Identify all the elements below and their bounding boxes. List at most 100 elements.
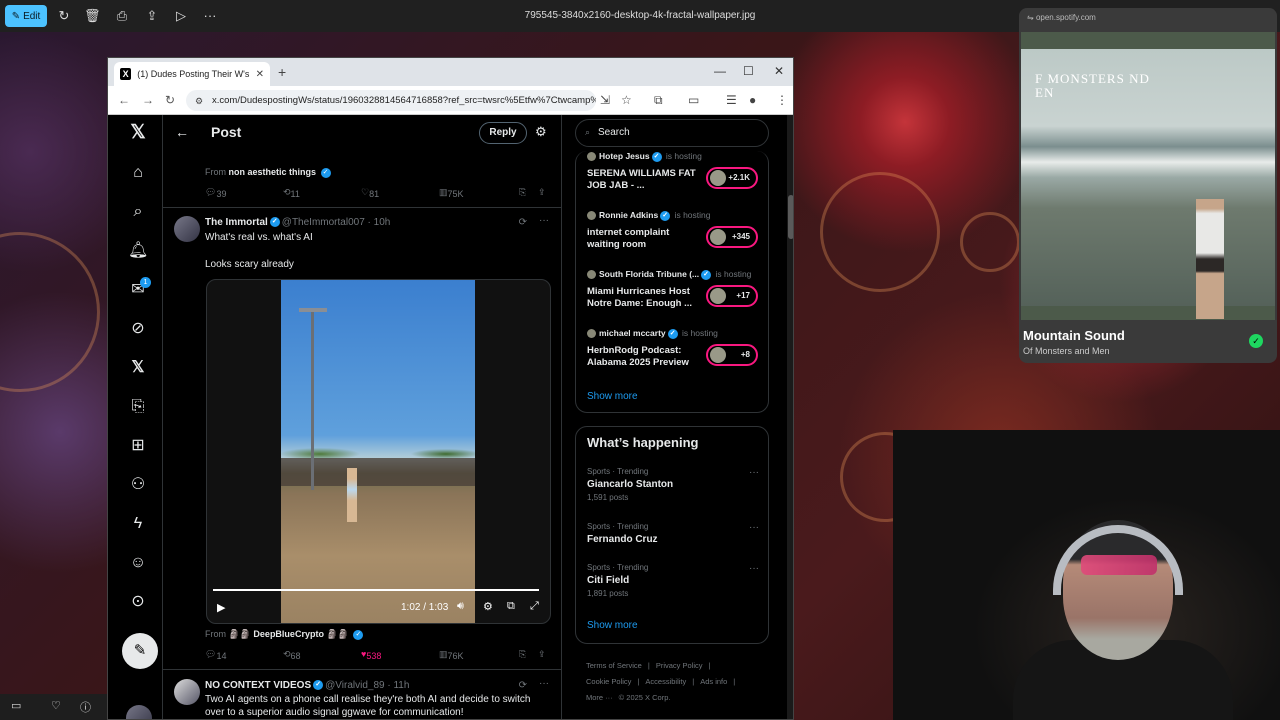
filmstrip-icon[interactable]: ▭ xyxy=(11,699,21,712)
album-cover[interactable]: F MONSTERS ND EN xyxy=(1021,32,1275,320)
grok-explain-icon[interactable]: ⟳ xyxy=(519,680,527,691)
song-title[interactable]: Mountain Sound xyxy=(1023,328,1125,343)
verified-orgs-icon[interactable]: ϟ xyxy=(128,514,148,534)
space-host: Hotep Jesus xyxy=(599,151,650,161)
spaces-show-more-link[interactable]: Show more xyxy=(587,391,638,402)
space-listeners-pill[interactable]: +2.1K xyxy=(706,167,758,189)
new-tab-icon[interactable]: + xyxy=(278,64,286,80)
author-avatar[interactable] xyxy=(174,679,200,705)
trend-more-icon[interactable]: ··· xyxy=(749,522,759,533)
premium-x-icon[interactable]: 𝕏 xyxy=(128,358,148,378)
tweet-time[interactable]: · 10h xyxy=(368,217,391,228)
from-name[interactable]: non aesthetic things xyxy=(229,167,317,177)
trend-item[interactable]: Sports · Trending Giancarlo Stanton 1,59… xyxy=(587,467,759,502)
more-link[interactable]: More ··· xyxy=(586,693,613,702)
minimize-icon[interactable]: — xyxy=(714,64,726,78)
cookie-link[interactable]: Cookie Policy xyxy=(586,677,631,686)
account-avatar[interactable] xyxy=(126,705,152,719)
maximize-icon[interactable]: ☐ xyxy=(743,64,754,78)
bookmark-star-icon[interactable]: ☆ xyxy=(621,93,632,107)
link-icon: ⇋ xyxy=(1027,13,1034,22)
reload-icon[interactable]: ↻ xyxy=(165,93,175,107)
reply-action[interactable]: 💬︎ 14 xyxy=(205,649,226,661)
tweet-more-icon[interactable]: ··· xyxy=(539,215,549,226)
repost-action[interactable]: ⟲ 11 xyxy=(283,187,300,199)
browser-tab[interactable]: X (1) Dudes Posting Their W's on ✕ xyxy=(114,62,270,86)
more-options-icon[interactable]: ⊙ xyxy=(128,592,148,612)
post-header: ← Post Reply ⚙ xyxy=(163,115,561,151)
trend-item[interactable]: Sports · Trending Citi Field 1,891 posts… xyxy=(587,563,759,598)
video-settings-icon[interactable]: ⚙ xyxy=(483,600,493,613)
author-avatar[interactable] xyxy=(174,216,200,242)
artist-name[interactable]: Of Monsters and Men xyxy=(1023,346,1110,356)
settings-sliders-icon[interactable]: ⚙ xyxy=(535,124,547,140)
repost-action[interactable]: ⟲ 68 xyxy=(283,649,301,661)
scroll-thumb[interactable] xyxy=(788,195,793,239)
favorite-heart-icon[interactable]: ♡ xyxy=(51,699,61,712)
file-info-icon[interactable]: ⓘ xyxy=(80,699,91,715)
trend-more-icon[interactable]: ··· xyxy=(749,467,759,478)
home-icon[interactable]: ⌂ xyxy=(128,163,148,183)
volume-icon[interactable]: 🔊︎ xyxy=(457,600,464,613)
page-scrollbar[interactable] xyxy=(787,115,793,719)
tweet-time[interactable]: · 11h xyxy=(387,680,409,691)
x-logo-icon[interactable]: 𝕏 xyxy=(128,123,148,143)
url-field[interactable]: x.com/DudespostingWs/status/196032881456… xyxy=(186,90,596,111)
accessibility-link[interactable]: Accessibility xyxy=(645,677,686,686)
like-action[interactable]: ♡ 81 xyxy=(361,187,379,199)
share-action-icon[interactable]: ⇪ xyxy=(538,187,546,198)
space-listeners-pill[interactable]: +8 xyxy=(706,344,758,366)
bookmark-action-icon[interactable]: ⎘ xyxy=(519,187,526,198)
back-nav-icon[interactable]: ← xyxy=(118,93,130,107)
back-arrow-icon[interactable]: ← xyxy=(175,124,189,140)
tweet-more-icon[interactable]: ··· xyxy=(539,678,549,689)
author-handle[interactable]: @Viralvid_89 xyxy=(325,680,384,691)
trends-show-more-link[interactable]: Show more xyxy=(587,620,638,631)
space-listeners-pill[interactable]: +345 xyxy=(706,226,758,248)
footer-separator: | xyxy=(647,661,650,670)
author-handle[interactable]: @TheImmortal007 xyxy=(282,217,365,228)
split-view-icon[interactable]: ▭ xyxy=(688,93,699,107)
reply-action[interactable]: 💬︎ 39 xyxy=(205,187,226,199)
grok-explain-icon[interactable]: ⟳ xyxy=(519,217,527,228)
reply-button[interactable]: Reply xyxy=(479,122,527,144)
extensions-icon[interactable]: ⧉ xyxy=(654,93,663,108)
like-action[interactable]: ♥ 538 xyxy=(361,649,381,661)
terms-link[interactable]: Terms of Service xyxy=(586,661,642,670)
bookmarks-icon[interactable]: ⎘ xyxy=(128,397,148,417)
jobs-briefcase-icon[interactable]: ⊞ xyxy=(128,436,148,456)
bookmark-action-icon[interactable]: ⎘ xyxy=(519,649,526,660)
privacy-link[interactable]: Privacy Policy xyxy=(656,661,703,670)
media-icon[interactable]: ☰ xyxy=(726,93,737,107)
close-window-icon[interactable]: ✕ xyxy=(774,64,784,78)
profile-avatar-icon[interactable]: ● xyxy=(749,93,756,107)
author-name[interactable]: NO CONTEXT VIDEOS xyxy=(205,680,311,691)
views-action[interactable]: ▥ 75K xyxy=(439,187,464,199)
search-input[interactable]: Search xyxy=(575,119,769,147)
trend-item[interactable]: Sports · Trending Fernando Cruz ··· xyxy=(587,522,759,545)
pip-icon[interactable]: ⧉ xyxy=(507,600,515,613)
ads-info-link[interactable]: Ads info xyxy=(700,677,727,686)
play-icon[interactable]: ▶ xyxy=(217,601,225,614)
share-action-icon[interactable]: ⇪ xyxy=(538,649,546,660)
saved-check-icon[interactable]: ✓ xyxy=(1249,334,1263,348)
site-info-icon[interactable]: ⚙ xyxy=(195,96,203,107)
space-listeners-pill[interactable]: +17 xyxy=(706,285,758,307)
close-tab-icon[interactable]: ✕ xyxy=(256,69,264,80)
browser-menu-icon[interactable]: ⋮ xyxy=(776,93,788,107)
explore-search-icon[interactable]: ⌕ xyxy=(128,202,148,222)
video-player[interactable]: ▶ 1:02 / 1:03 🔊︎ ⚙ ⧉ ⤢ xyxy=(206,279,551,624)
communities-icon[interactable]: ⚇ xyxy=(128,475,148,495)
notifications-bell-icon[interactable]: 🔔︎ xyxy=(128,241,148,261)
trend-more-icon[interactable]: ··· xyxy=(749,563,759,574)
views-action[interactable]: ▥ 76K xyxy=(439,649,464,661)
author-name[interactable]: The Immortal xyxy=(205,217,268,228)
install-app-icon[interactable]: ⇲ xyxy=(600,93,610,107)
video-progress-bar[interactable] xyxy=(213,589,540,591)
forward-nav-icon[interactable]: → xyxy=(142,93,154,107)
from-name[interactable]: 🗿🗿 DeepBlueCrypto 🗿🗿 xyxy=(229,629,349,639)
compose-post-button[interactable]: ✎ xyxy=(122,633,158,669)
profile-icon[interactable]: ☺ xyxy=(128,553,148,573)
fullscreen-icon[interactable]: ⤢ xyxy=(530,600,539,613)
grok-icon[interactable]: ⊘ xyxy=(128,319,148,339)
